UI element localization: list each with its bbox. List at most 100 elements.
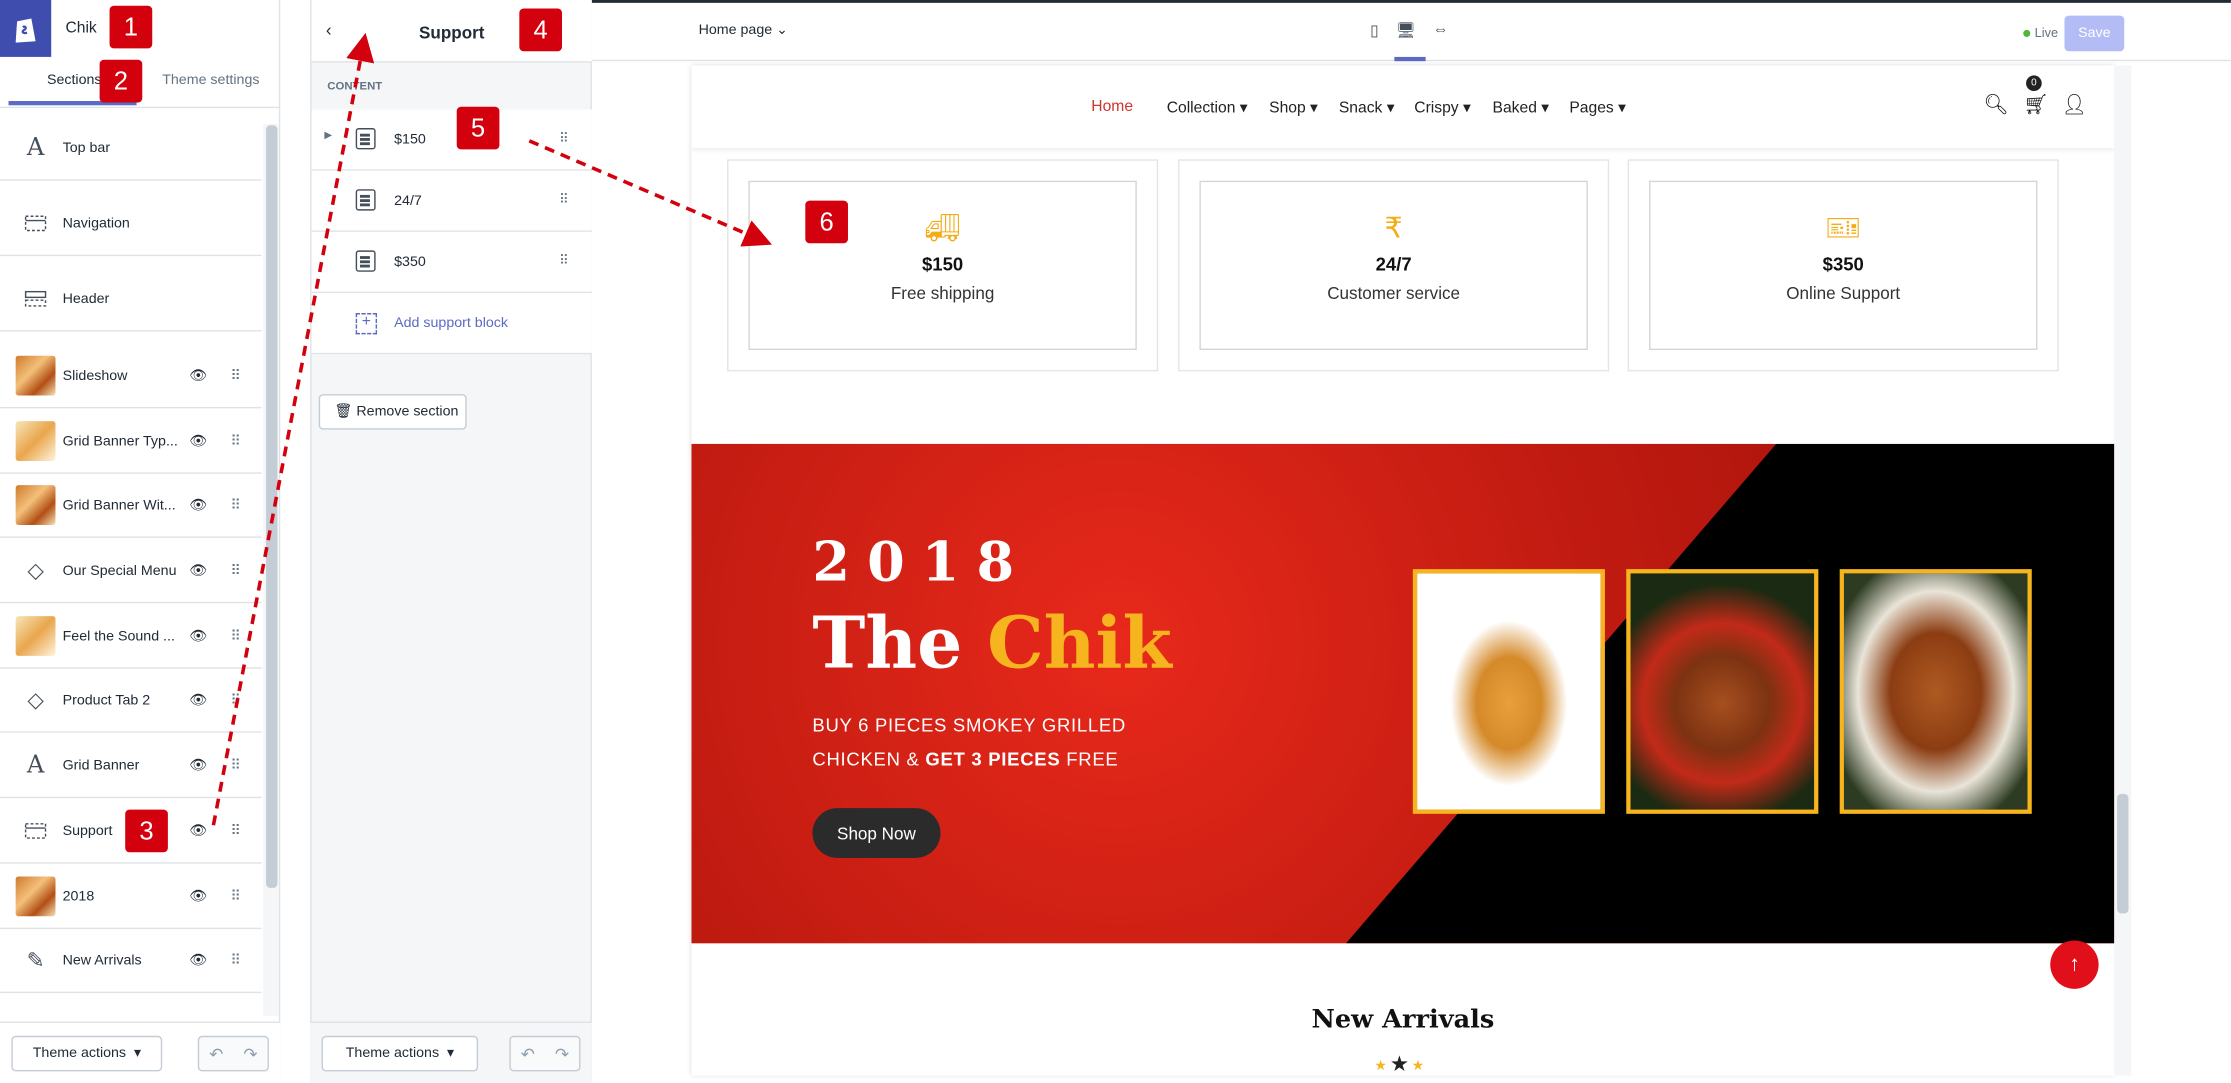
support-block-350[interactable]: $350 ⠿	[311, 231, 592, 294]
undo-icon[interactable]: ↶	[521, 1044, 535, 1064]
banner-year: 2018	[812, 529, 1032, 594]
support-card-shipping: 🚚︎ $150 Free shipping	[727, 159, 1159, 372]
drag-handle-icon[interactable]: ⠿	[230, 889, 241, 905]
search-icon[interactable]: 🔍︎	[1983, 92, 2008, 116]
drag-handle-icon[interactable]: ⠿	[230, 368, 241, 384]
page-selector[interactable]: Home page ⌄	[699, 23, 788, 39]
nav-item-pages[interactable]: Pages ▾	[1569, 98, 1626, 117]
redo-icon[interactable]: ↷	[243, 1044, 257, 1064]
nav-item-collection[interactable]: Collection ▾	[1167, 98, 1248, 117]
section-item-slideshow[interactable]: Slideshow 👁 ⠿	[0, 344, 262, 409]
tag-icon: ◇	[27, 559, 44, 584]
drag-handle-icon[interactable]: ⠿	[230, 758, 241, 774]
section-item-new-arrivals[interactable]: ✎ New Arrivals 👁 ⠿	[0, 929, 262, 994]
drag-handle-icon[interactable]: ⠿	[230, 953, 241, 969]
eye-icon[interactable]: 👁	[189, 889, 207, 905]
fullscreen-icon[interactable]: ⇔	[1433, 21, 1449, 39]
support-card-online: 🎫︎ $350 Online Support	[1627, 159, 2059, 372]
banner-line-2: CHICKEN & GET 3 PIECES FREE	[812, 748, 1118, 769]
section-list: A Top bar Navigation Header Slideshow 👁 ⠿…	[0, 117, 262, 1022]
drag-handle-icon[interactable]: ⠿	[230, 628, 241, 644]
section-item-header[interactable]: Header	[0, 267, 262, 332]
image-thumb	[14, 615, 57, 658]
support-block-24-7[interactable]: 24/7 ⠿	[311, 170, 592, 232]
nav-item-baked[interactable]: Baked ▾	[1493, 98, 1550, 117]
store-name: Chik	[65, 19, 97, 37]
promo-banner-2018: 2018 The Chik BUY 6 PIECES SMOKEY GRILLE…	[691, 443, 2115, 944]
eye-icon[interactable]: 👁	[189, 628, 207, 644]
annotation-badge-1: 1	[109, 5, 153, 49]
document-icon	[355, 189, 376, 211]
eye-icon[interactable]: 👁	[189, 692, 207, 708]
eye-icon[interactable]: 👁	[189, 563, 207, 579]
tab-sections[interactable]: Sections	[47, 73, 102, 89]
support-card-customer-service: ₹ 24/7 Customer service	[1178, 159, 1610, 372]
drag-handle-icon[interactable]: ⠿	[230, 433, 241, 449]
tab-theme-settings[interactable]: Theme settings	[162, 73, 259, 89]
nav-icon	[14, 202, 57, 245]
remove-section-button[interactable]: 🗑 Remove section	[318, 394, 467, 430]
store-navigation: Home Collection ▾ Shop ▾ Snack ▾ Crispy …	[691, 65, 2114, 148]
section-item-grid-banner-typ[interactable]: Grid Banner Typ... 👁 ⠿	[0, 410, 262, 474]
live-status: Live	[2034, 25, 2059, 40]
save-button[interactable]: Save	[2064, 15, 2125, 52]
drag-handle-icon[interactable]: ⠿	[230, 692, 241, 708]
section-label: Our Special Menu	[62, 562, 177, 579]
storefront-preview: Home Collection ▾ Shop ▾ Snack ▾ Crispy …	[691, 65, 2115, 1076]
expand-caret-icon[interactable]: ▶	[324, 129, 332, 141]
drag-handle-icon[interactable]: ⠿	[559, 192, 568, 208]
nav-item-snack[interactable]: Snack ▾	[1338, 98, 1395, 117]
drag-handle-icon[interactable]: ⠿	[230, 823, 241, 839]
support-value: 24/7	[1375, 253, 1412, 275]
preview-scroll-thumb[interactable]	[2117, 793, 2129, 914]
section-label: Support	[62, 823, 113, 839]
section-item-top-bar[interactable]: A Top bar	[0, 117, 262, 181]
add-support-block-button[interactable]: + Add support block	[311, 293, 592, 355]
desktop-icon[interactable]: 🖥	[1396, 21, 1416, 40]
eye-icon[interactable]: 👁	[189, 368, 207, 384]
drag-handle-icon[interactable]: ⠿	[559, 253, 568, 269]
section-label: Feel the Sound ...	[62, 628, 175, 644]
section-item-navigation[interactable]: Navigation	[0, 192, 262, 257]
theme-actions-label: Theme actions	[32, 1045, 127, 1062]
editor-topbar: Home page ⌄ ▯ 🖥 ⇔ Live Save	[591, 0, 2231, 62]
shop-now-button[interactable]: Shop Now	[812, 808, 941, 858]
support-block-150[interactable]: ▶ $150 ⠿	[311, 109, 592, 171]
nav-item-crispy[interactable]: Crispy ▾	[1414, 98, 1471, 117]
support-text: Free shipping	[890, 283, 995, 304]
remove-section-label: Remove section	[356, 404, 459, 420]
cart-icon[interactable]: 🛒︎	[2023, 92, 2048, 116]
banner-title-a: The	[812, 600, 963, 685]
section-item-grid-banner-wit[interactable]: Grid Banner Wit... 👁 ⠿	[0, 474, 262, 538]
preview-scrollbar[interactable]	[2114, 65, 2132, 1076]
scroll-to-top-button[interactable]: ↑	[2050, 940, 2099, 989]
section-label: Grid Banner Typ...	[62, 433, 178, 449]
nav-item-home[interactable]: Home	[1091, 98, 1133, 115]
section-item-product-tab-2[interactable]: ◇ Product Tab 2 👁 ⠿	[0, 669, 262, 733]
nav-label: Snack	[1338, 99, 1383, 117]
eye-icon[interactable]: 👁	[189, 953, 207, 969]
document-icon	[355, 128, 376, 150]
redo-icon[interactable]: ↷	[555, 1044, 569, 1064]
section-item-2018[interactable]: 2018 👁 ⠿	[0, 865, 262, 930]
drag-handle-icon[interactable]: ⠿	[230, 563, 241, 579]
section-item-our-special-menu[interactable]: ◇ Our Special Menu 👁 ⠿	[0, 539, 262, 604]
header-icon	[14, 277, 57, 320]
theme-actions-button[interactable]: Theme actions ▾	[321, 1035, 479, 1072]
section-item-grid-banner[interactable]: A Grid Banner 👁 ⠿	[0, 734, 262, 799]
account-icon[interactable]: 👤︎	[2062, 92, 2087, 116]
eye-icon[interactable]: 👁	[189, 433, 207, 449]
mobile-icon[interactable]: ▯	[1370, 21, 1379, 40]
eye-icon[interactable]: 👁	[189, 497, 207, 513]
banner-title-b: Chik	[987, 600, 1172, 685]
eye-icon[interactable]: 👁	[189, 758, 207, 774]
section-item-feel-the-sound[interactable]: Feel the Sound ... 👁 ⠿	[0, 605, 262, 669]
sidebar-scroll-thumb[interactable]	[266, 125, 278, 888]
shopify-logo-icon[interactable]	[0, 0, 52, 57]
nav-item-shop[interactable]: Shop ▾	[1269, 98, 1318, 117]
drag-handle-icon[interactable]: ⠿	[230, 497, 241, 513]
undo-icon[interactable]: ↶	[209, 1044, 223, 1064]
theme-actions-button[interactable]: Theme actions ▾	[11, 1035, 163, 1072]
eye-icon[interactable]: 👁	[189, 823, 207, 839]
drag-handle-icon[interactable]: ⠿	[559, 131, 568, 147]
